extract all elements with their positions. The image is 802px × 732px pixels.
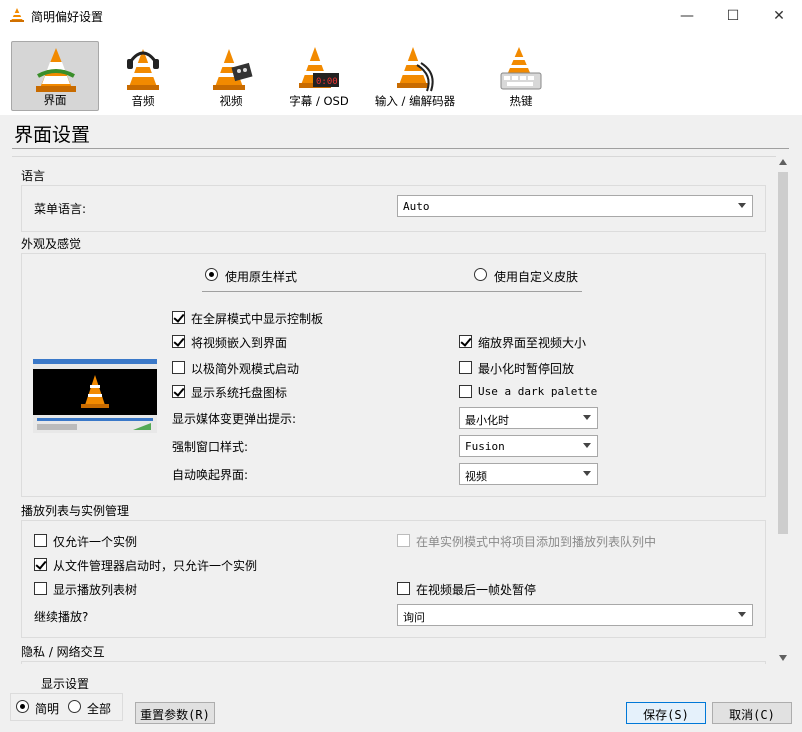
pause-last-frame-label: 在视频最后一帧处暂停 [416,583,537,597]
appearance-group-label: 外观及感觉 [21,237,82,251]
fullscreen-controls-label: 在全屏模式中显示控制板 [191,312,324,326]
tab-audio[interactable]: 音频 [99,41,187,111]
pause-minimized-checkbox[interactable] [459,361,472,374]
radio-divider [202,291,582,292]
select-value: Fusion [465,440,505,453]
close-button[interactable]: ✕ [756,0,802,31]
pause-minimized-label: 最小化时暂停回放 [478,362,575,376]
minimize-icon: — [680,7,694,24]
select-value: 最小化时 [465,414,509,427]
subtitles-cone-icon: 0:00 [299,47,339,88]
svg-text:0:00: 0:00 [316,77,338,87]
native-style-preview-image [33,359,157,433]
tab-label: 热键 [509,94,533,108]
minimal-start-label: 以极简外观模式启动 [191,362,300,376]
scrollbar-thumb[interactable] [778,172,788,534]
minimize-button[interactable]: — [664,0,710,31]
native-style-label: 使用原生样式 [225,270,298,284]
show-settings-label: 显示设置 [41,677,90,691]
resize-to-video-checkbox[interactable] [459,335,472,348]
show-tree-checkbox[interactable] [34,582,47,595]
select-value: 询问 [403,611,425,624]
continue-playback-label: 继续播放? [34,610,89,624]
show-tree-label: 显示播放列表树 [53,583,138,597]
file-manager-one-label: 从文件管理器启动时，只允许一个实例 [53,559,258,573]
input-codecs-cone-icon [397,47,434,92]
dark-palette-label: Use a dark palette [478,385,598,398]
menu-language-select[interactable]: Auto [397,195,753,217]
reset-button[interactable]: 重置参数(R) [135,702,215,724]
video-cone-icon [213,49,253,90]
maximize-button[interactable]: ☐ [710,0,756,31]
tab-video[interactable]: 视频 [187,41,275,111]
native-style-radio[interactable] [205,268,218,281]
save-button[interactable]: 保存(S) [626,702,706,724]
chevron-down-icon [738,612,746,617]
title-divider [12,148,789,149]
audio-cone-icon [127,49,159,90]
language-group-label: 语言 [21,169,46,183]
chevron-down-icon [583,443,591,448]
privacy-group [21,661,766,664]
all-label: 全部 [87,702,112,716]
raise-interface-select[interactable]: 视频 [459,463,598,485]
fullscreen-controls-checkbox[interactable] [172,311,185,324]
one-instance-checkbox[interactable] [34,534,47,547]
cancel-button[interactable]: 取消(C) [712,702,792,724]
vlc-logo-icon [10,8,24,22]
enqueue-one-label: 在单实例模式中将项目添加到播放列表队列中 [416,535,657,549]
enqueue-one-checkbox[interactable] [397,534,410,547]
custom-skin-label: 使用自定义皮肤 [494,270,579,284]
maximize-icon: ☐ [726,7,740,24]
hotkeys-cone-icon [500,47,542,90]
tab-label: 界面 [43,93,67,107]
file-manager-one-checkbox[interactable] [34,558,47,571]
dark-palette-checkbox[interactable] [459,385,472,398]
chevron-down-icon [738,203,746,208]
tab-label: 输入 / 编解码器 [374,94,456,108]
raise-interface-label: 自动唤起界面: [172,468,249,482]
embed-video-label: 将视频嵌入到界面 [191,336,288,350]
tab-subtitles-osd[interactable]: 0:00 字幕 / OSD [275,41,363,111]
playlist-group-label: 播放列表与实例管理 [21,504,130,518]
all-radio[interactable] [68,700,81,713]
menu-language-label: 菜单语言: [34,202,87,216]
pause-last-frame-checkbox[interactable] [397,582,410,595]
tab-label: 音频 [131,94,155,108]
tab-hotkeys[interactable]: 热键 [477,41,565,111]
select-value: 视频 [465,470,487,483]
chevron-down-icon [583,471,591,476]
popup-label: 显示媒体变更弹出提示: [172,412,297,426]
systray-label: 显示系统托盘图标 [191,386,288,400]
select-value: Auto [403,200,430,213]
systray-checkbox[interactable] [172,385,185,398]
one-instance-label: 仅允许一个实例 [53,535,138,549]
title-bar: 简明偏好设置 — ☐ ✕ [0,0,802,31]
close-icon: ✕ [773,7,785,24]
scroll-down-icon[interactable] [779,655,787,661]
window-style-label: 强制窗口样式: [172,440,249,454]
tab-label: 字幕 / OSD [289,94,349,108]
custom-skin-radio[interactable] [474,268,487,281]
tab-interface[interactable]: 界面 [11,41,99,111]
privacy-group-label: 隐私 / 网络交互 [21,645,105,659]
window-title: 简明偏好设置 [31,10,104,24]
page-title: 界面设置 [14,124,91,146]
scroll-up-icon[interactable] [779,159,787,165]
popup-select[interactable]: 最小化时 [459,407,598,429]
tab-label: 视频 [219,94,243,108]
tab-input-codecs[interactable]: 输入 / 编解码器 [363,41,467,111]
resize-to-video-label: 缩放界面至视频大小 [478,336,587,350]
interface-cone-icon [36,48,76,92]
continue-playback-select[interactable]: 询问 [397,604,753,626]
embed-video-checkbox[interactable] [172,335,185,348]
settings-scroll-area: 语言 菜单语言: Auto 外观及感觉 使用原生样式 使用自定义皮肤 在全屏模式… [12,156,790,664]
simple-label: 简明 [35,702,60,716]
window-style-select[interactable]: Fusion [459,435,598,457]
simple-radio[interactable] [16,700,29,713]
minimal-start-checkbox[interactable] [172,361,185,374]
chevron-down-icon [583,415,591,420]
